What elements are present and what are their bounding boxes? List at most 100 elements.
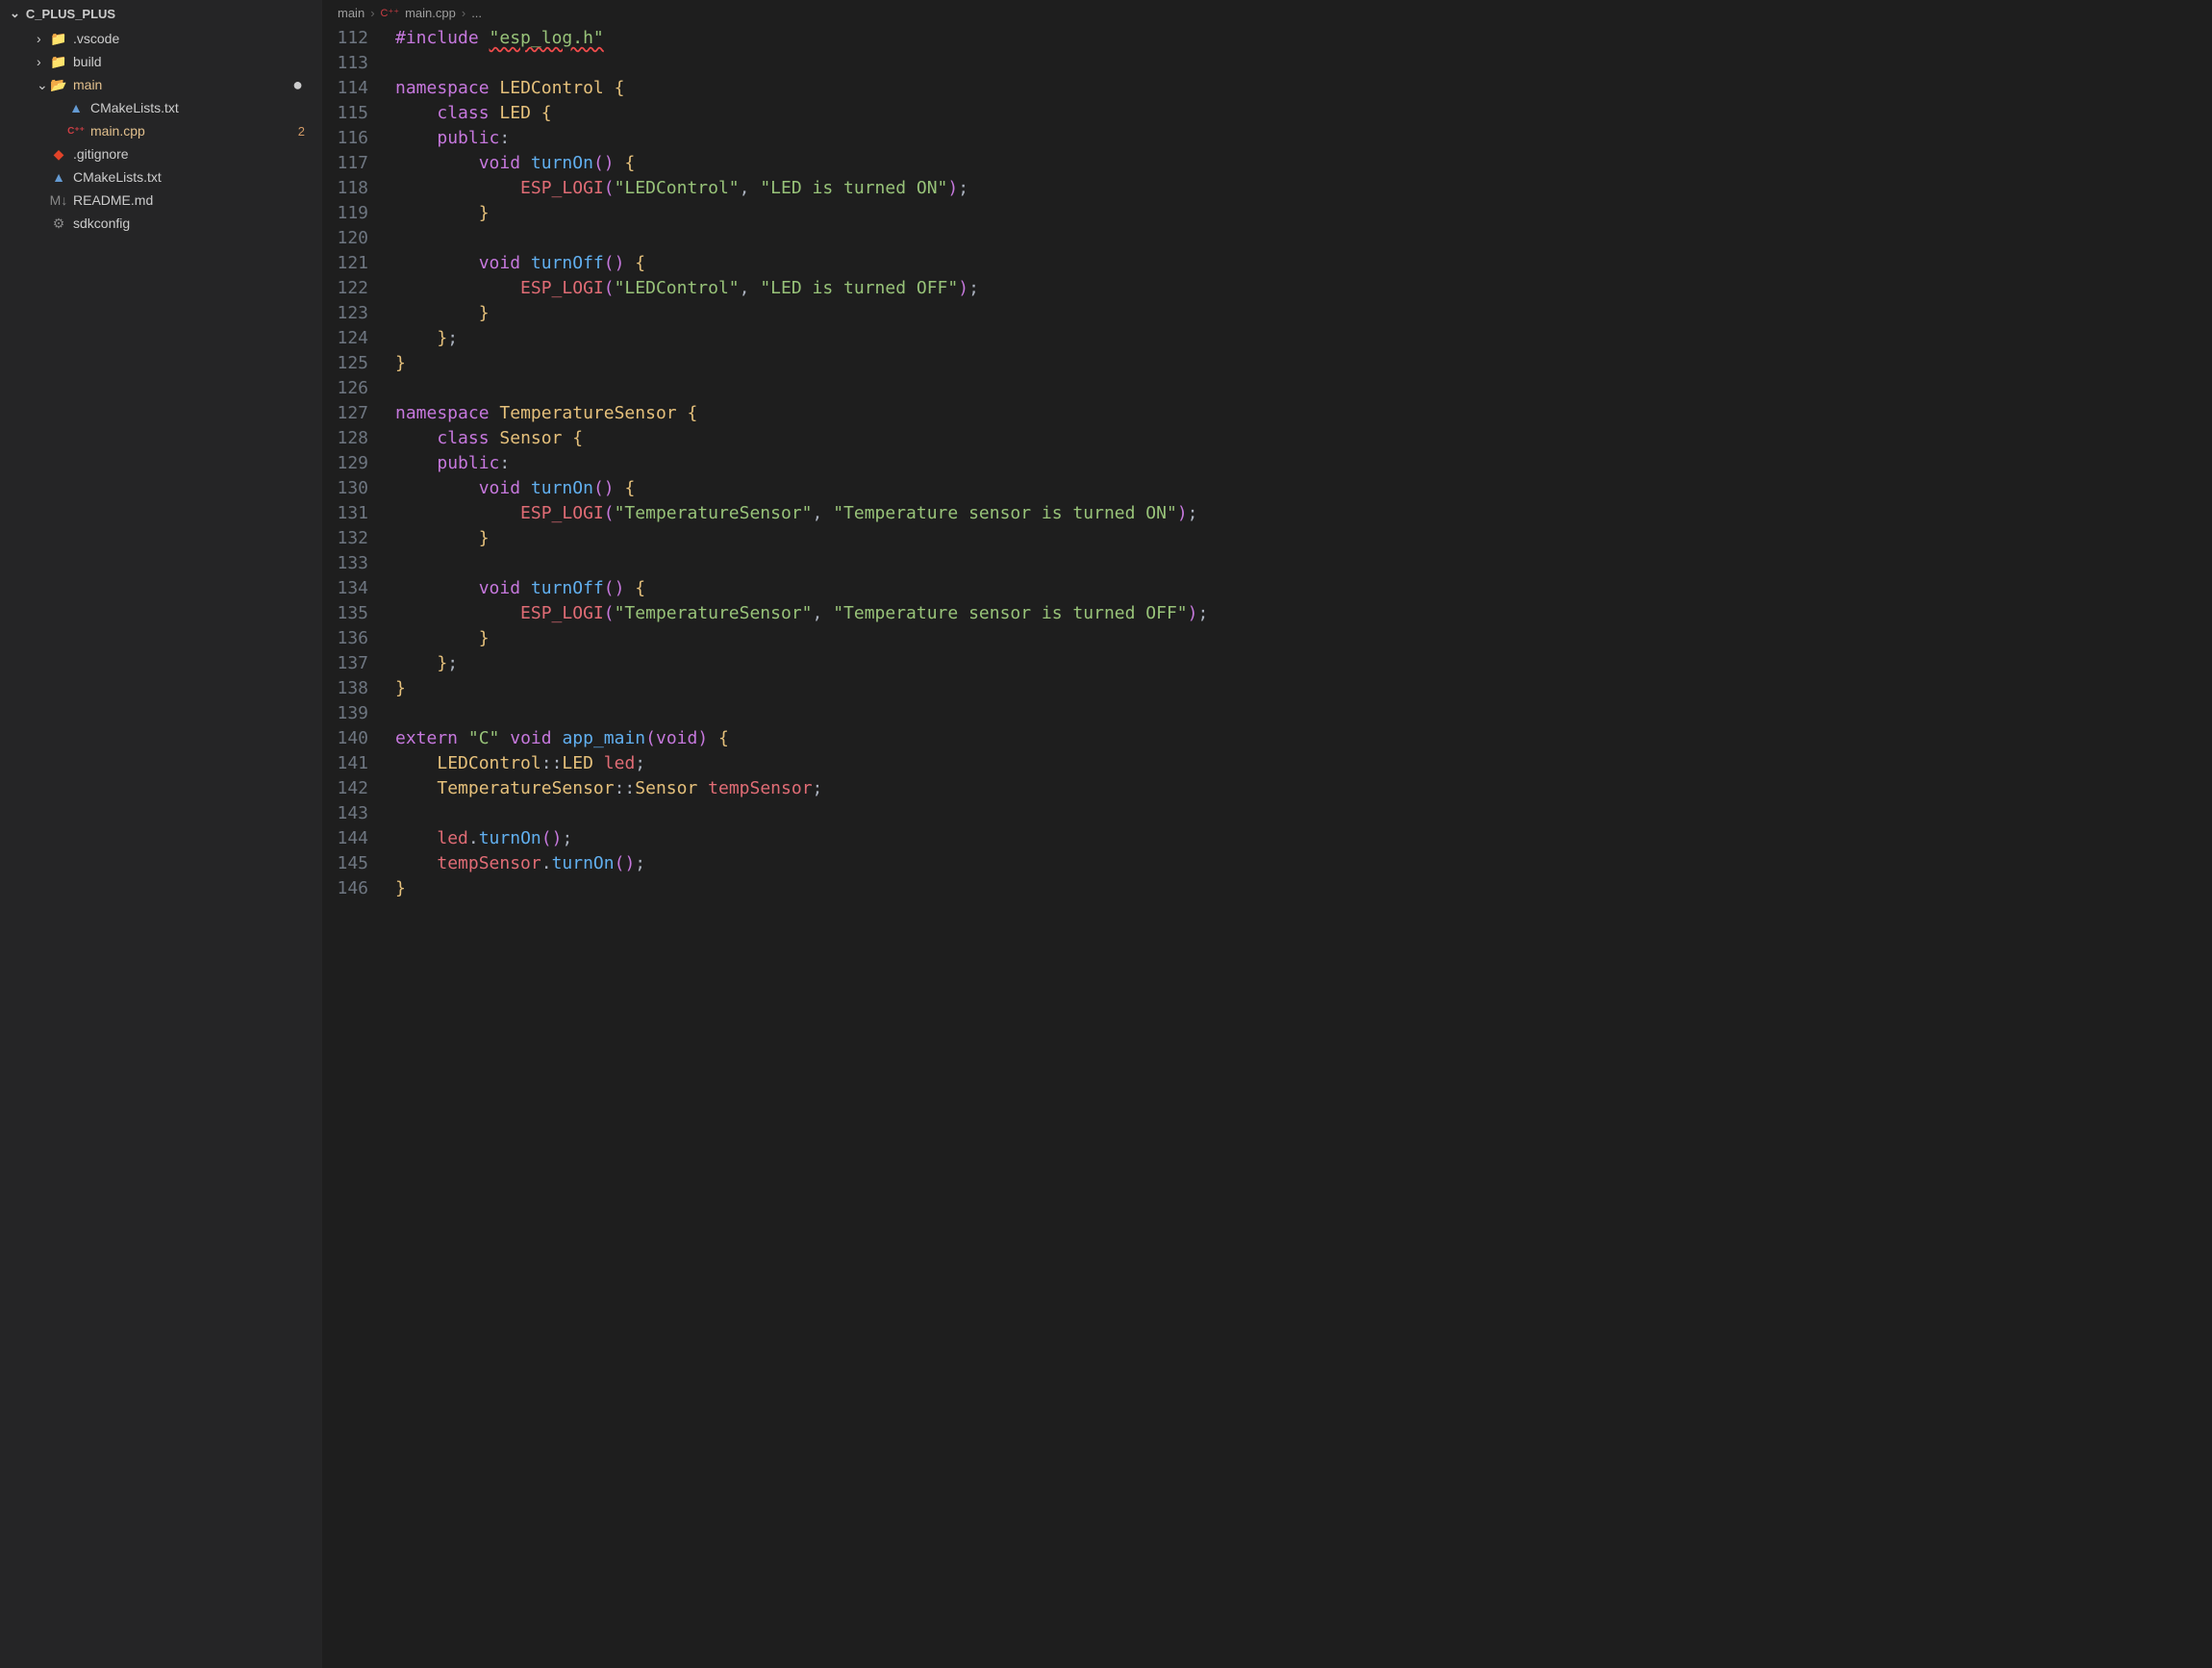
tree-item-sdkconfig[interactable]: ⚙sdkconfig [8, 212, 322, 235]
code-line[interactable] [395, 551, 2212, 576]
line-number: 141 [322, 751, 368, 776]
chevron-right-icon: › [370, 6, 374, 20]
code-line[interactable]: TemperatureSensor::Sensor tempSensor; [395, 776, 2212, 801]
code-line[interactable] [395, 701, 2212, 726]
line-number: 134 [322, 576, 368, 601]
line-number: 146 [322, 876, 368, 901]
breadcrumb-segment[interactable]: main [338, 6, 364, 20]
line-number: 136 [322, 626, 368, 651]
code-line[interactable]: }; [395, 651, 2212, 676]
chevron-right-icon: › [462, 6, 465, 20]
line-number: 112 [322, 26, 368, 51]
line-number: 123 [322, 301, 368, 326]
code-line[interactable]: } [395, 351, 2212, 376]
line-number: 143 [322, 801, 368, 826]
line-number: 131 [322, 501, 368, 526]
code-line[interactable]: extern "C" void app_main(void) { [395, 726, 2212, 751]
tree-item-label: main.cpp [90, 123, 145, 139]
code-line[interactable] [395, 376, 2212, 401]
tree-item-label: CMakeLists.txt [73, 169, 162, 185]
code-editor[interactable]: 1121131141151161171181191201211221231241… [322, 26, 2212, 1668]
tree-item-label: README.md [73, 192, 153, 208]
breadcrumb-segment[interactable]: main.cpp [405, 6, 456, 20]
line-number: 139 [322, 701, 368, 726]
code-line[interactable]: class Sensor { [395, 426, 2212, 451]
code-line[interactable]: } [395, 201, 2212, 226]
code-line[interactable] [395, 226, 2212, 251]
tree-item-main[interactable]: ⌄📂 main ● [8, 73, 322, 96]
code-content[interactable]: #include "esp_log.h" namespace LEDContro… [388, 26, 2212, 1668]
code-line[interactable]: LEDControl::LED led; [395, 751, 2212, 776]
line-number: 121 [322, 251, 368, 276]
line-number: 119 [322, 201, 368, 226]
cpp-file-icon: C⁺⁺ [381, 7, 400, 19]
gear-icon: ⚙ [50, 215, 67, 232]
tree-item--vscode[interactable]: ›📁 .vscode [8, 27, 322, 50]
line-number: 133 [322, 551, 368, 576]
code-line[interactable]: ESP_LOGI("LEDControl", "LED is turned ON… [395, 176, 2212, 201]
tree-item-cmakelists-txt[interactable]: ▲CMakeLists.txt [8, 96, 322, 119]
code-line[interactable]: class LED { [395, 101, 2212, 126]
code-line[interactable]: } [395, 876, 2212, 901]
cmake-icon: ▲ [67, 99, 85, 116]
unsaved-indicator-icon: ● [292, 75, 303, 95]
line-number: 137 [322, 651, 368, 676]
code-line[interactable]: namespace LEDControl { [395, 76, 2212, 101]
code-line[interactable]: } [395, 301, 2212, 326]
chevron-right-icon: › [37, 31, 50, 46]
line-number: 145 [322, 851, 368, 876]
code-line[interactable]: void turnOn() { [395, 151, 2212, 176]
tree-item-label: .vscode [73, 31, 119, 46]
line-number: 118 [322, 176, 368, 201]
code-line[interactable]: public: [395, 126, 2212, 151]
tree-item-label: .gitignore [73, 146, 129, 162]
code-line[interactable]: #include "esp_log.h" [395, 26, 2212, 51]
folder-icon: 📁 [50, 30, 67, 47]
tree-item-cmakelists-txt[interactable]: ▲ CMakeLists.txt [8, 165, 322, 189]
problems-badge: 2 [298, 124, 305, 139]
breadcrumb-segment[interactable]: ... [471, 6, 482, 20]
code-line[interactable] [395, 51, 2212, 76]
line-number: 126 [322, 376, 368, 401]
code-line[interactable]: led.turnOn(); [395, 826, 2212, 851]
explorer-root-folder[interactable]: ⌄ C_PLUS_PLUS [0, 0, 322, 27]
line-number: 130 [322, 476, 368, 501]
cmake-icon: ▲ [50, 168, 67, 186]
code-line[interactable]: public: [395, 451, 2212, 476]
code-line[interactable]: }; [395, 326, 2212, 351]
code-line[interactable]: ESP_LOGI("TemperatureSensor", "Temperatu… [395, 501, 2212, 526]
code-line[interactable] [395, 801, 2212, 826]
tree-item-label: build [73, 54, 102, 69]
code-line[interactable]: void turnOff() { [395, 576, 2212, 601]
tree-item-label: main [73, 77, 102, 92]
tree-item-main-cpp[interactable]: C⁺⁺main.cpp2 [8, 119, 322, 142]
line-number-gutter: 1121131141151161171181191201211221231241… [322, 26, 388, 1668]
line-number: 120 [322, 226, 368, 251]
tree-item-build[interactable]: ›📁build [8, 50, 322, 73]
chevron-down-icon: ⌄ [37, 77, 50, 93]
line-number: 124 [322, 326, 368, 351]
code-line[interactable]: ESP_LOGI("LEDControl", "LED is turned OF… [395, 276, 2212, 301]
code-line[interactable]: } [395, 676, 2212, 701]
line-number: 135 [322, 601, 368, 626]
line-number: 142 [322, 776, 368, 801]
chevron-down-icon: ⌄ [10, 6, 20, 21]
code-line[interactable]: void turnOn() { [395, 476, 2212, 501]
code-line[interactable]: namespace TemperatureSensor { [395, 401, 2212, 426]
line-number: 140 [322, 726, 368, 751]
line-number: 113 [322, 51, 368, 76]
explorer-sidebar: ⌄ C_PLUS_PLUS ›📁.vscode›📁build⌄📂main●▲CM… [0, 0, 322, 1668]
folder-icon: 📂 [50, 76, 67, 93]
tree-item--gitignore[interactable]: ◆.gitignore [8, 142, 322, 165]
tree-item-readme-md[interactable]: M↓ README.md [8, 189, 322, 212]
code-line[interactable]: tempSensor.turnOn(); [395, 851, 2212, 876]
file-tree: ›📁.vscode›📁build⌄📂main●▲CMakeLists.txtC⁺… [0, 27, 322, 235]
code-line[interactable]: } [395, 526, 2212, 551]
line-number: 138 [322, 676, 368, 701]
md-icon: M↓ [50, 191, 67, 209]
line-number: 125 [322, 351, 368, 376]
code-line[interactable]: ESP_LOGI("TemperatureSensor", "Temperatu… [395, 601, 2212, 626]
breadcrumb[interactable]: main › C⁺⁺ main.cpp › ... [322, 0, 2212, 26]
code-line[interactable]: void turnOff() { [395, 251, 2212, 276]
code-line[interactable]: } [395, 626, 2212, 651]
